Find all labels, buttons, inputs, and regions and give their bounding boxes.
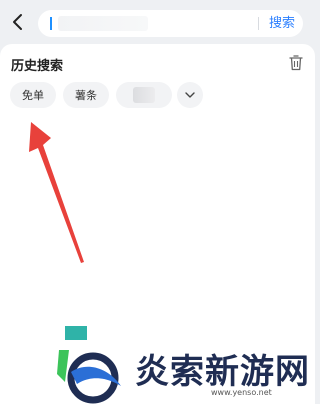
watermark-text: 炎索新游网 (134, 351, 310, 393)
watermark-url: www.yenso.net (211, 388, 272, 397)
site-watermark: 炎索新游网 www.yenso.net (55, 322, 315, 404)
search-page: 搜索 历史搜索 免单 薯条 炎索新游网 www.yenso.net (0, 0, 315, 404)
watermark-logo (57, 326, 121, 404)
